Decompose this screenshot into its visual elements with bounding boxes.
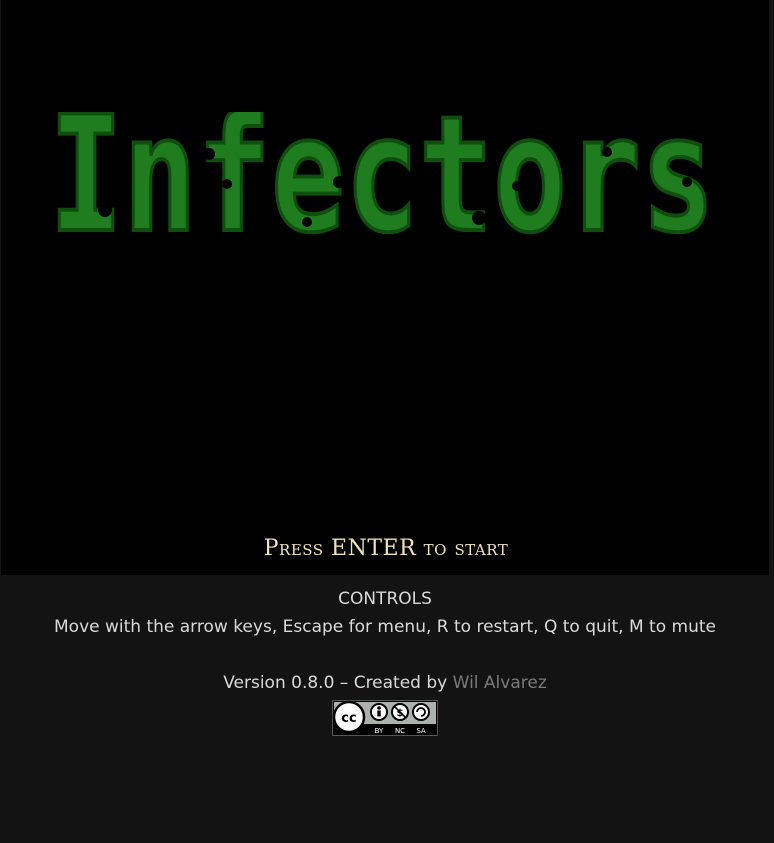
press-enter-prompt: Press ENTER to start <box>263 536 509 561</box>
version-text: Version 0.8.0 – Created by <box>223 673 453 693</box>
cc-term-by: BY <box>375 727 384 735</box>
cc-license-badge[interactable]: cc $ BY NC SA <box>332 700 438 736</box>
info-panel: CONTROLS Move with the arrow keys, Escap… <box>0 588 770 741</box>
cc-term-sa: SA <box>416 727 426 735</box>
controls-title: CONTROLS <box>338 589 432 609</box>
cc-term-nc: NC <box>395 727 405 735</box>
game-logo-title: Infectors <box>49 112 715 242</box>
game-logo: Infectors <box>47 112 717 242</box>
cc-letters: cc <box>341 711 356 726</box>
cc-by-nc-sa-icon: cc $ BY NC SA <box>332 700 438 736</box>
controls-text: Move with the arrow keys, Escape for men… <box>54 617 716 637</box>
version-line: Version 0.8.0 – Created by Wil Alvarez <box>0 672 770 694</box>
game-canvas[interactable]: Infectors Press ENTER to start <box>1 0 769 575</box>
author-link[interactable]: Wil Alvarez <box>453 673 547 693</box>
